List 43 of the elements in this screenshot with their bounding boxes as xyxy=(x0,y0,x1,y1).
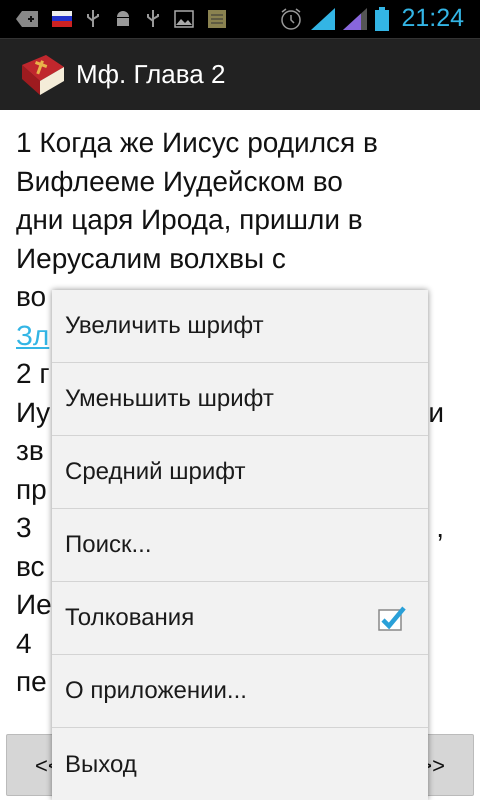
add-icon xyxy=(16,11,38,27)
verse-text: Вифлееме Иудейском во xyxy=(16,164,343,199)
alarm-icon xyxy=(279,7,304,31)
verse-text: дни царя Ирода, пришли в xyxy=(16,203,363,237)
verse-text: пр xyxy=(16,472,47,507)
image-icon xyxy=(174,10,194,28)
menu-item[interactable]: Увеличить шрифт xyxy=(52,290,428,363)
menu-item[interactable]: Средний шрифт xyxy=(52,436,428,509)
clock-time: 21:24 xyxy=(401,3,464,34)
menu-item[interactable]: Поиск... xyxy=(52,509,428,582)
verse-text: 2 г xyxy=(16,357,50,391)
signal-icon xyxy=(311,8,336,30)
battery-icon xyxy=(375,7,390,31)
verse-text: Ие xyxy=(16,588,52,622)
menu-item-label: О приложении... xyxy=(65,676,247,706)
verse-text: зв xyxy=(16,434,44,468)
verse-text: 1 Когда же Иисус родился в xyxy=(16,126,378,160)
verse-text: во xyxy=(16,280,46,314)
verse-text: Иерусалим волхвы с xyxy=(16,242,286,276)
verse-text: и xyxy=(428,396,444,430)
verse-text: Иу xyxy=(16,396,50,430)
verse-text: вс xyxy=(16,550,45,584)
menu-item-label: Поиск... xyxy=(65,530,152,560)
menu-item-label: Толкования xyxy=(65,603,194,633)
verse-text: пе xyxy=(16,665,47,699)
checkbox[interactable] xyxy=(378,605,406,631)
menu-item-label: Увеличить шрифт xyxy=(65,311,264,341)
menu-item[interactable]: О приложении... xyxy=(52,655,428,728)
menu-item-label: Уменьшить шрифт xyxy=(65,384,274,414)
menu-item-label: Средний шрифт xyxy=(65,457,246,487)
flag-icon xyxy=(52,11,72,27)
menu-item-label: Выход xyxy=(65,750,137,780)
menu-item[interactable]: Толкования xyxy=(52,582,428,655)
verse-text: 3 xyxy=(16,511,32,545)
screen-title: Мф. Глава 2 xyxy=(76,58,226,91)
signal-icon xyxy=(343,8,368,30)
menu-item[interactable]: Выход xyxy=(52,728,428,800)
verse-text: , xyxy=(436,511,444,545)
menu-item[interactable]: Уменьшить шрифт xyxy=(52,363,428,436)
usb-icon xyxy=(146,9,160,29)
notepad-icon xyxy=(208,10,226,28)
verse-text: 4 xyxy=(16,626,32,660)
usb-icon xyxy=(86,9,100,29)
